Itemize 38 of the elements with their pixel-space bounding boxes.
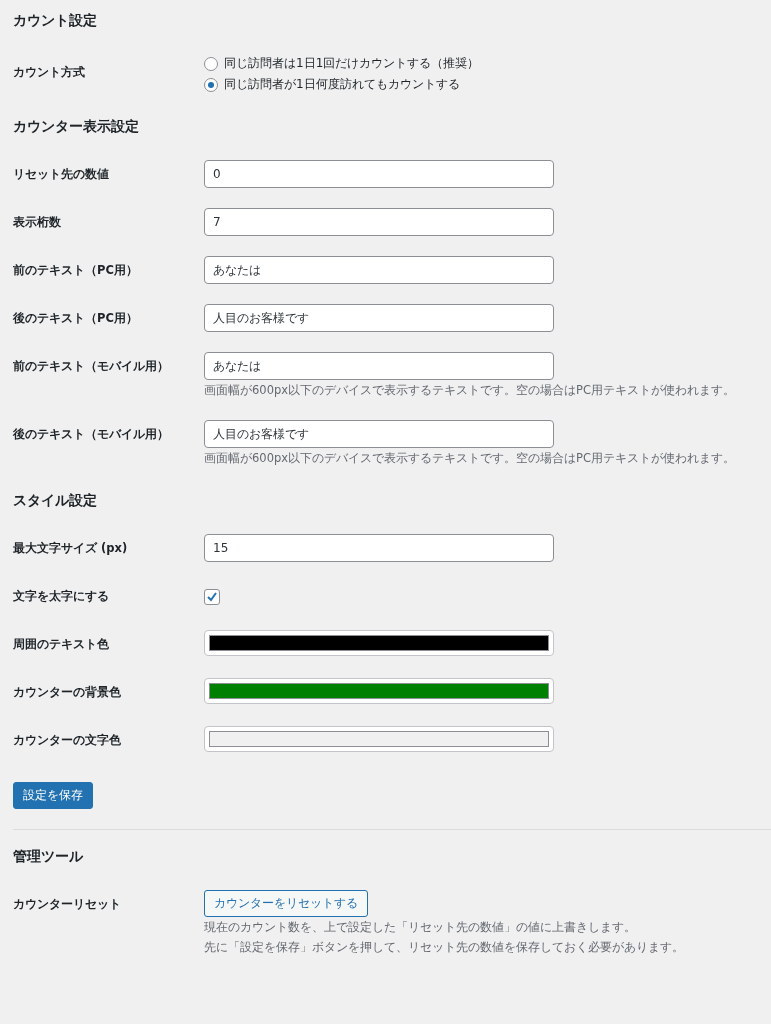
radio-button[interactable]: [204, 77, 218, 92]
text-field[interactable]: 7: [204, 208, 554, 236]
field-label: カウント方式: [13, 64, 86, 81]
radio-button[interactable]: [204, 56, 218, 71]
reset-button[interactable]: カウンターをリセットする: [204, 890, 368, 917]
field-description: 画面幅が600px以下のデバイスで表示するテキストです。空の場合はPC用テキストが使われます。: [204, 450, 737, 467]
checkbox[interactable]: [204, 589, 220, 605]
field-label: カウンターの背景色: [13, 684, 122, 701]
field-label: カウンターリセット: [13, 896, 122, 913]
section-heading: カウンター表示設定: [13, 117, 140, 136]
color-field[interactable]: [204, 630, 554, 656]
field-label: リセット先の数値: [13, 166, 110, 183]
save-button[interactable]: 設定を保存: [13, 782, 93, 809]
field-label: 文字を太字にする: [13, 588, 110, 605]
field-label: 後のテキスト（PC用）: [13, 310, 139, 327]
text-field[interactable]: あなたは: [204, 256, 554, 284]
radio-label[interactable]: 同じ訪問者は1日1回だけカウントする（推奨）: [224, 54, 480, 73]
section-heading: 管理ツール: [13, 847, 84, 866]
field-label: 前のテキスト（PC用）: [13, 262, 139, 279]
field-description: 画面幅が600px以下のデバイスで表示するテキストです。空の場合はPC用テキストが使われます。: [204, 382, 737, 399]
field-label: カウンターの文字色: [13, 732, 122, 749]
field-label: 前のテキスト（モバイル用）: [13, 358, 170, 375]
radio-label[interactable]: 同じ訪問者が1日何度訪れてもカウントする: [224, 75, 460, 94]
color-field[interactable]: [204, 678, 554, 704]
field-label: 最大文字サイズ (px): [13, 540, 129, 557]
field-description: 先に「設定を保存」ボタンを押して、リセット先の数値を保存しておく必要があります。: [204, 939, 685, 956]
text-field[interactable]: 人目のお客様です: [204, 304, 554, 332]
field-label: 表示桁数: [13, 214, 62, 231]
text-field[interactable]: 人目のお客様です: [204, 420, 554, 448]
field-label: 周囲のテキスト色: [13, 636, 110, 653]
field-description: 現在のカウント数を、上で設定した「リセット先の数値」の値に上書きします。: [204, 919, 637, 936]
text-field[interactable]: 15: [204, 534, 554, 562]
color-field[interactable]: [204, 726, 554, 752]
text-field[interactable]: あなたは: [204, 352, 554, 380]
section-heading: スタイル設定: [13, 491, 98, 510]
field-label: 後のテキスト（モバイル用）: [13, 426, 170, 443]
section-heading: カウント設定: [13, 11, 98, 30]
text-field[interactable]: 0: [204, 160, 554, 188]
